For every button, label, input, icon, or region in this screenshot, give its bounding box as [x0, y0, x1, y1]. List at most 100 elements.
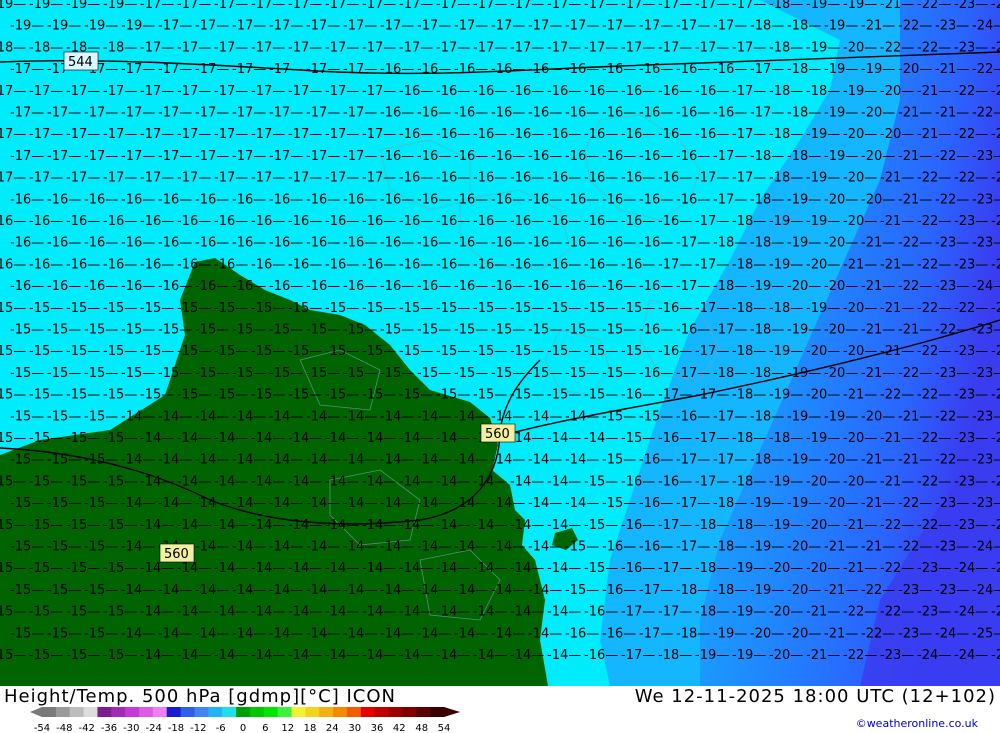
- isotherm-label: -15—: [510, 344, 544, 359]
- isotherm-label: -22—: [880, 388, 914, 403]
- isotherm-label: -15—: [47, 540, 81, 555]
- legend-tick-label: 18: [304, 723, 317, 733]
- isotherm-label: -22—: [917, 257, 951, 272]
- isotherm-label: -24—: [991, 474, 1000, 489]
- legend-swatch: [97, 707, 112, 717]
- isotherm-label: -15—: [288, 344, 322, 359]
- isotherm-label: -17—: [251, 84, 285, 99]
- isotherm-label: -16—: [47, 192, 81, 207]
- isotherm-label: -16—: [121, 236, 155, 251]
- isotherm-label: -22—: [972, 106, 1000, 121]
- weather-map: -19—-19—-19—-19—-17—-17—-17—-17—-17—-17—…: [0, 0, 1000, 686]
- isotherm-label: -14—: [362, 605, 396, 620]
- isotherm-label: -17—: [676, 19, 710, 34]
- isotherm-label: -17—: [528, 19, 562, 34]
- isotherm-label: -17—: [713, 453, 747, 468]
- isotherm-label: -24—: [917, 648, 951, 663]
- isotherm-label: -16—: [602, 62, 636, 77]
- isotherm-label: -17—: [251, 40, 285, 55]
- isotherm-label: -23—: [917, 605, 951, 620]
- isotherm-label: -14—: [306, 540, 340, 555]
- isotherm-label: -20—: [787, 540, 821, 555]
- isotherm-label: -20—: [806, 474, 840, 489]
- credit-link[interactable]: ©weatheronline.co.uk: [856, 717, 978, 730]
- legend-swatch: [194, 707, 209, 717]
- isotherm-label: -14—: [491, 540, 525, 555]
- isotherm-label: -18—: [732, 431, 766, 446]
- isotherm-label: -14—: [214, 561, 248, 576]
- isotherm-label: -17—: [121, 106, 155, 121]
- isotherm-label: -15—: [66, 605, 100, 620]
- isotherm-label: -17—: [621, 0, 655, 12]
- isotherm-label: -17—: [732, 84, 766, 99]
- isotherm-label: -14—: [528, 453, 562, 468]
- isotherm-label: -14—: [214, 474, 248, 489]
- isotherm-label: -15—: [584, 301, 618, 316]
- isotherm-label: -19—: [861, 62, 895, 77]
- isotherm-label: -15—: [103, 431, 137, 446]
- isotherm-label: -18—: [676, 626, 710, 641]
- isotherm-label: -21—: [824, 626, 858, 641]
- isotherm-label: -16—: [417, 62, 451, 77]
- isotherm-label: -16—: [491, 236, 525, 251]
- isotherm-label: -15—: [66, 301, 100, 316]
- isotherm-label: -14—: [528, 540, 562, 555]
- isotherm-label: -22—: [898, 279, 932, 294]
- isotherm-label: -21—: [935, 62, 969, 77]
- isotherm-label: -17—: [251, 0, 285, 12]
- isotherm-label: -16—: [491, 279, 525, 294]
- isotherm-label: -22—: [843, 605, 877, 620]
- isotherm-label: -17—: [713, 192, 747, 207]
- isotherm-label: -15—: [121, 323, 155, 338]
- isotherm-label: -17—: [362, 84, 396, 99]
- isotherm-label: -15—: [47, 496, 81, 511]
- isotherm-label: -20—: [787, 279, 821, 294]
- isotherm-label: -17—: [306, 19, 340, 34]
- isotherm-label: -17—: [676, 236, 710, 251]
- isotherm-label: -16—: [380, 106, 414, 121]
- isotherm-label: -14—: [343, 453, 377, 468]
- isotherm-label: -23—: [935, 279, 969, 294]
- isotherm-label: -23—: [954, 431, 988, 446]
- isotherm-label: -17—: [676, 366, 710, 381]
- legend-swatch: [416, 707, 431, 717]
- isotherm-label: -19—: [10, 19, 44, 34]
- isotherm-label: -14—: [343, 583, 377, 598]
- isotherm-label: -20—: [861, 192, 895, 207]
- isotherm-label: -17—: [639, 626, 673, 641]
- isotherm-label: -20—: [843, 301, 877, 316]
- isotherm-label: -15—: [103, 561, 137, 576]
- isotherm-label: -16—: [528, 106, 562, 121]
- isotherm-label: -17—: [713, 409, 747, 424]
- isotherm-label: -14—: [362, 518, 396, 533]
- isotherm-label: -16—: [214, 214, 248, 229]
- isotherm-label: -17—: [177, 84, 211, 99]
- isotherm-label: -21—: [843, 257, 877, 272]
- isotherm-label: -20—: [787, 583, 821, 598]
- isotherm-label: -17—: [565, 19, 599, 34]
- isotherm-label: -16—: [528, 236, 562, 251]
- isotherm-label: -14—: [195, 453, 229, 468]
- isotherm-label: -22—: [861, 583, 895, 598]
- isotherm-label: -23—: [972, 323, 1000, 338]
- isotherm-label: -14—: [399, 648, 433, 663]
- isotherm-label: -14—: [251, 518, 285, 533]
- isotherm-label: -14—: [417, 583, 451, 598]
- isotherm-label: -16—: [10, 192, 44, 207]
- isotherm-label: -14—: [473, 648, 507, 663]
- isotherm-label: -16—: [177, 214, 211, 229]
- isotherm-label: -14—: [547, 648, 581, 663]
- isotherm-label: -18—: [750, 453, 784, 468]
- isotherm-label: -21—: [843, 388, 877, 403]
- isotherm-label: -16—: [343, 192, 377, 207]
- isotherm-label: -15—: [84, 453, 118, 468]
- isotherm-label: -14—: [343, 626, 377, 641]
- isotherm-label: -14—: [177, 518, 211, 533]
- legend-swatch: [277, 707, 293, 717]
- isotherm-label: -14—: [288, 605, 322, 620]
- isotherm-label: -18—: [676, 583, 710, 598]
- legend-swatch: [125, 707, 140, 717]
- isotherm-label: -16—: [547, 214, 581, 229]
- map-title: Height/Temp. 500 hPa [gdmp][°C] ICON: [4, 686, 396, 707]
- isotherm-label: -18—: [750, 366, 784, 381]
